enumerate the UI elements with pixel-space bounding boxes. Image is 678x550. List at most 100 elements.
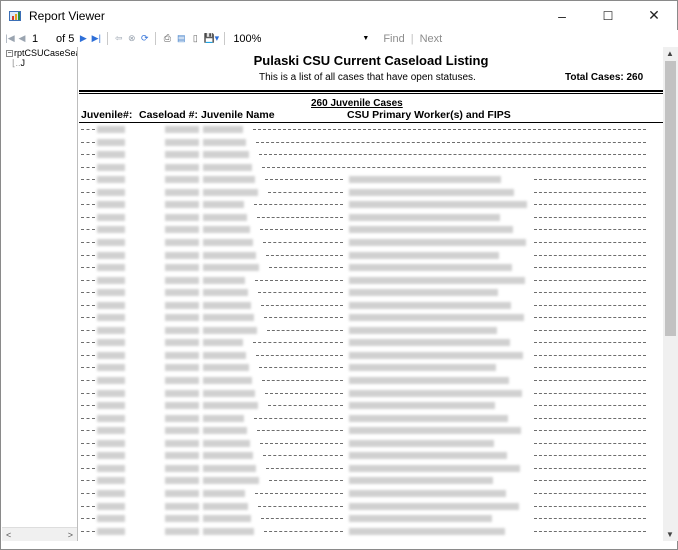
row-leader-mid xyxy=(259,367,343,369)
refresh-icon[interactable]: ⟳ xyxy=(138,31,151,46)
group-summary[interactable]: 260 Juvenile Cases xyxy=(311,98,403,109)
redacted-juvenile-num xyxy=(97,226,125,234)
next-link[interactable]: Next xyxy=(420,33,443,45)
page-setup-icon[interactable]: ▯ xyxy=(188,31,202,46)
redacted-caseload-num xyxy=(165,314,199,322)
tree-node-child-label[interactable]: J xyxy=(21,58,26,68)
table-row xyxy=(79,312,663,324)
redacted-caseload-num xyxy=(165,377,199,384)
total-pages-label: 5 xyxy=(68,32,75,45)
zoom-select[interactable]: 100% ▼ xyxy=(229,32,369,46)
chevron-down-icon[interactable]: ▼ xyxy=(362,32,369,46)
export-icon[interactable]: 💾▾ xyxy=(202,31,220,46)
row-leader-mid xyxy=(257,216,343,218)
redacted-juvenile-name xyxy=(203,389,255,397)
find-link[interactable]: Find xyxy=(383,33,404,45)
toolbar-separator xyxy=(224,32,226,45)
row-leader-right xyxy=(534,392,646,394)
docmap-horizontal-scrollbar[interactable]: < > xyxy=(2,527,77,541)
table-row xyxy=(79,262,663,274)
redacted-worker-fips xyxy=(349,251,499,259)
collapse-icon[interactable]: − xyxy=(6,50,13,58)
tree-node-root[interactable]: − rptCSUCaseSea xyxy=(6,48,77,58)
scroll-up-arrow[interactable]: ▲ xyxy=(666,49,674,58)
row-leader-mid xyxy=(254,204,343,206)
row-leader-right xyxy=(534,480,646,482)
row-leader-left xyxy=(81,229,95,231)
row-leader-mid xyxy=(260,442,343,444)
redacted-juvenile-name xyxy=(203,301,251,309)
redacted-juvenile-name xyxy=(203,151,249,159)
row-leader-mid xyxy=(266,467,343,469)
row-leader-right xyxy=(534,241,646,243)
print-icon[interactable]: ⎙ xyxy=(160,31,174,46)
redacted-caseload-num xyxy=(165,276,199,284)
redacted-juvenile-num xyxy=(97,238,125,246)
redacted-juvenile-num xyxy=(97,515,125,523)
redacted-caseload-num xyxy=(165,464,199,472)
table-row xyxy=(79,400,663,412)
page-of-label: of xyxy=(56,32,66,45)
first-page-icon[interactable]: |◀ xyxy=(4,31,16,46)
minimize-button[interactable]: – xyxy=(539,1,585,30)
redacted-worker-fips xyxy=(349,351,523,359)
report-viewer-app-icon xyxy=(9,10,23,22)
redacted-caseload-num xyxy=(165,301,199,309)
table-row xyxy=(79,300,663,312)
print-layout-icon[interactable]: ▤ xyxy=(174,31,188,46)
current-page-input[interactable]: 1 xyxy=(28,32,54,46)
row-leader-mid xyxy=(264,530,343,532)
redacted-juvenile-name xyxy=(203,213,247,221)
last-page-icon[interactable]: ▶| xyxy=(89,31,103,46)
previous-page-icon[interactable]: ◀ xyxy=(16,31,28,46)
next-page-icon[interactable]: ▶ xyxy=(77,31,89,46)
redacted-caseload-num xyxy=(165,452,199,460)
tree-node-child[interactable]: ⌊..J xyxy=(12,58,25,69)
vertical-scrollbar[interactable]: ▲ ▼ xyxy=(663,47,678,541)
row-leader-right xyxy=(534,279,646,281)
redacted-worker-fips xyxy=(349,452,507,460)
close-button[interactable]: ✕ xyxy=(631,1,677,30)
redacted-juvenile-num xyxy=(97,414,125,422)
redacted-juvenile-num xyxy=(97,188,125,196)
back-icon[interactable]: ⇦ xyxy=(112,31,125,46)
tree-node-root-label[interactable]: rptCSUCaseSea xyxy=(14,48,77,58)
redacted-juvenile-num xyxy=(97,477,125,485)
redacted-juvenile-name xyxy=(203,427,247,435)
redacted-juvenile-num xyxy=(97,351,125,359)
redacted-juvenile-name xyxy=(203,464,256,472)
row-leader-mid xyxy=(253,342,343,344)
row-leader-right xyxy=(534,179,646,181)
scroll-left-arrow[interactable]: < xyxy=(6,530,11,540)
row-leader-left xyxy=(81,367,95,369)
window-title: Report Viewer xyxy=(29,8,105,23)
redacted-caseload-num xyxy=(165,427,199,435)
row-leader-mid xyxy=(260,229,343,231)
row-leader-left xyxy=(81,354,95,356)
redacted-juvenile-num xyxy=(97,138,125,146)
scroll-right-arrow[interactable]: > xyxy=(68,530,73,540)
redacted-juvenile-num xyxy=(97,314,125,322)
redacted-juvenile-name xyxy=(203,138,246,146)
title-bar: Report Viewer – ☐ ✕ xyxy=(1,1,677,30)
row-leader-left xyxy=(81,430,95,432)
redacted-juvenile-num xyxy=(97,176,125,184)
table-row xyxy=(79,275,663,287)
redacted-worker-fips xyxy=(349,339,510,347)
row-leader-left xyxy=(81,141,95,143)
row-leader-right xyxy=(534,518,646,520)
scroll-thumb[interactable] xyxy=(665,61,676,336)
redacted-juvenile-num xyxy=(97,264,125,272)
maximize-button[interactable]: ☐ xyxy=(585,1,631,30)
redacted-juvenile-num xyxy=(97,489,125,497)
redacted-juvenile-name xyxy=(203,176,255,184)
row-leader-right xyxy=(534,505,646,507)
redacted-juvenile-name xyxy=(203,226,250,234)
redacted-worker-fips xyxy=(349,402,495,410)
row-leader-mid xyxy=(259,154,646,156)
redacted-juvenile-name xyxy=(203,276,245,284)
redacted-juvenile-name xyxy=(203,439,250,447)
table-row xyxy=(79,237,663,249)
stop-icon[interactable]: ⊗ xyxy=(125,31,138,46)
scroll-down-arrow[interactable]: ▼ xyxy=(666,530,674,539)
